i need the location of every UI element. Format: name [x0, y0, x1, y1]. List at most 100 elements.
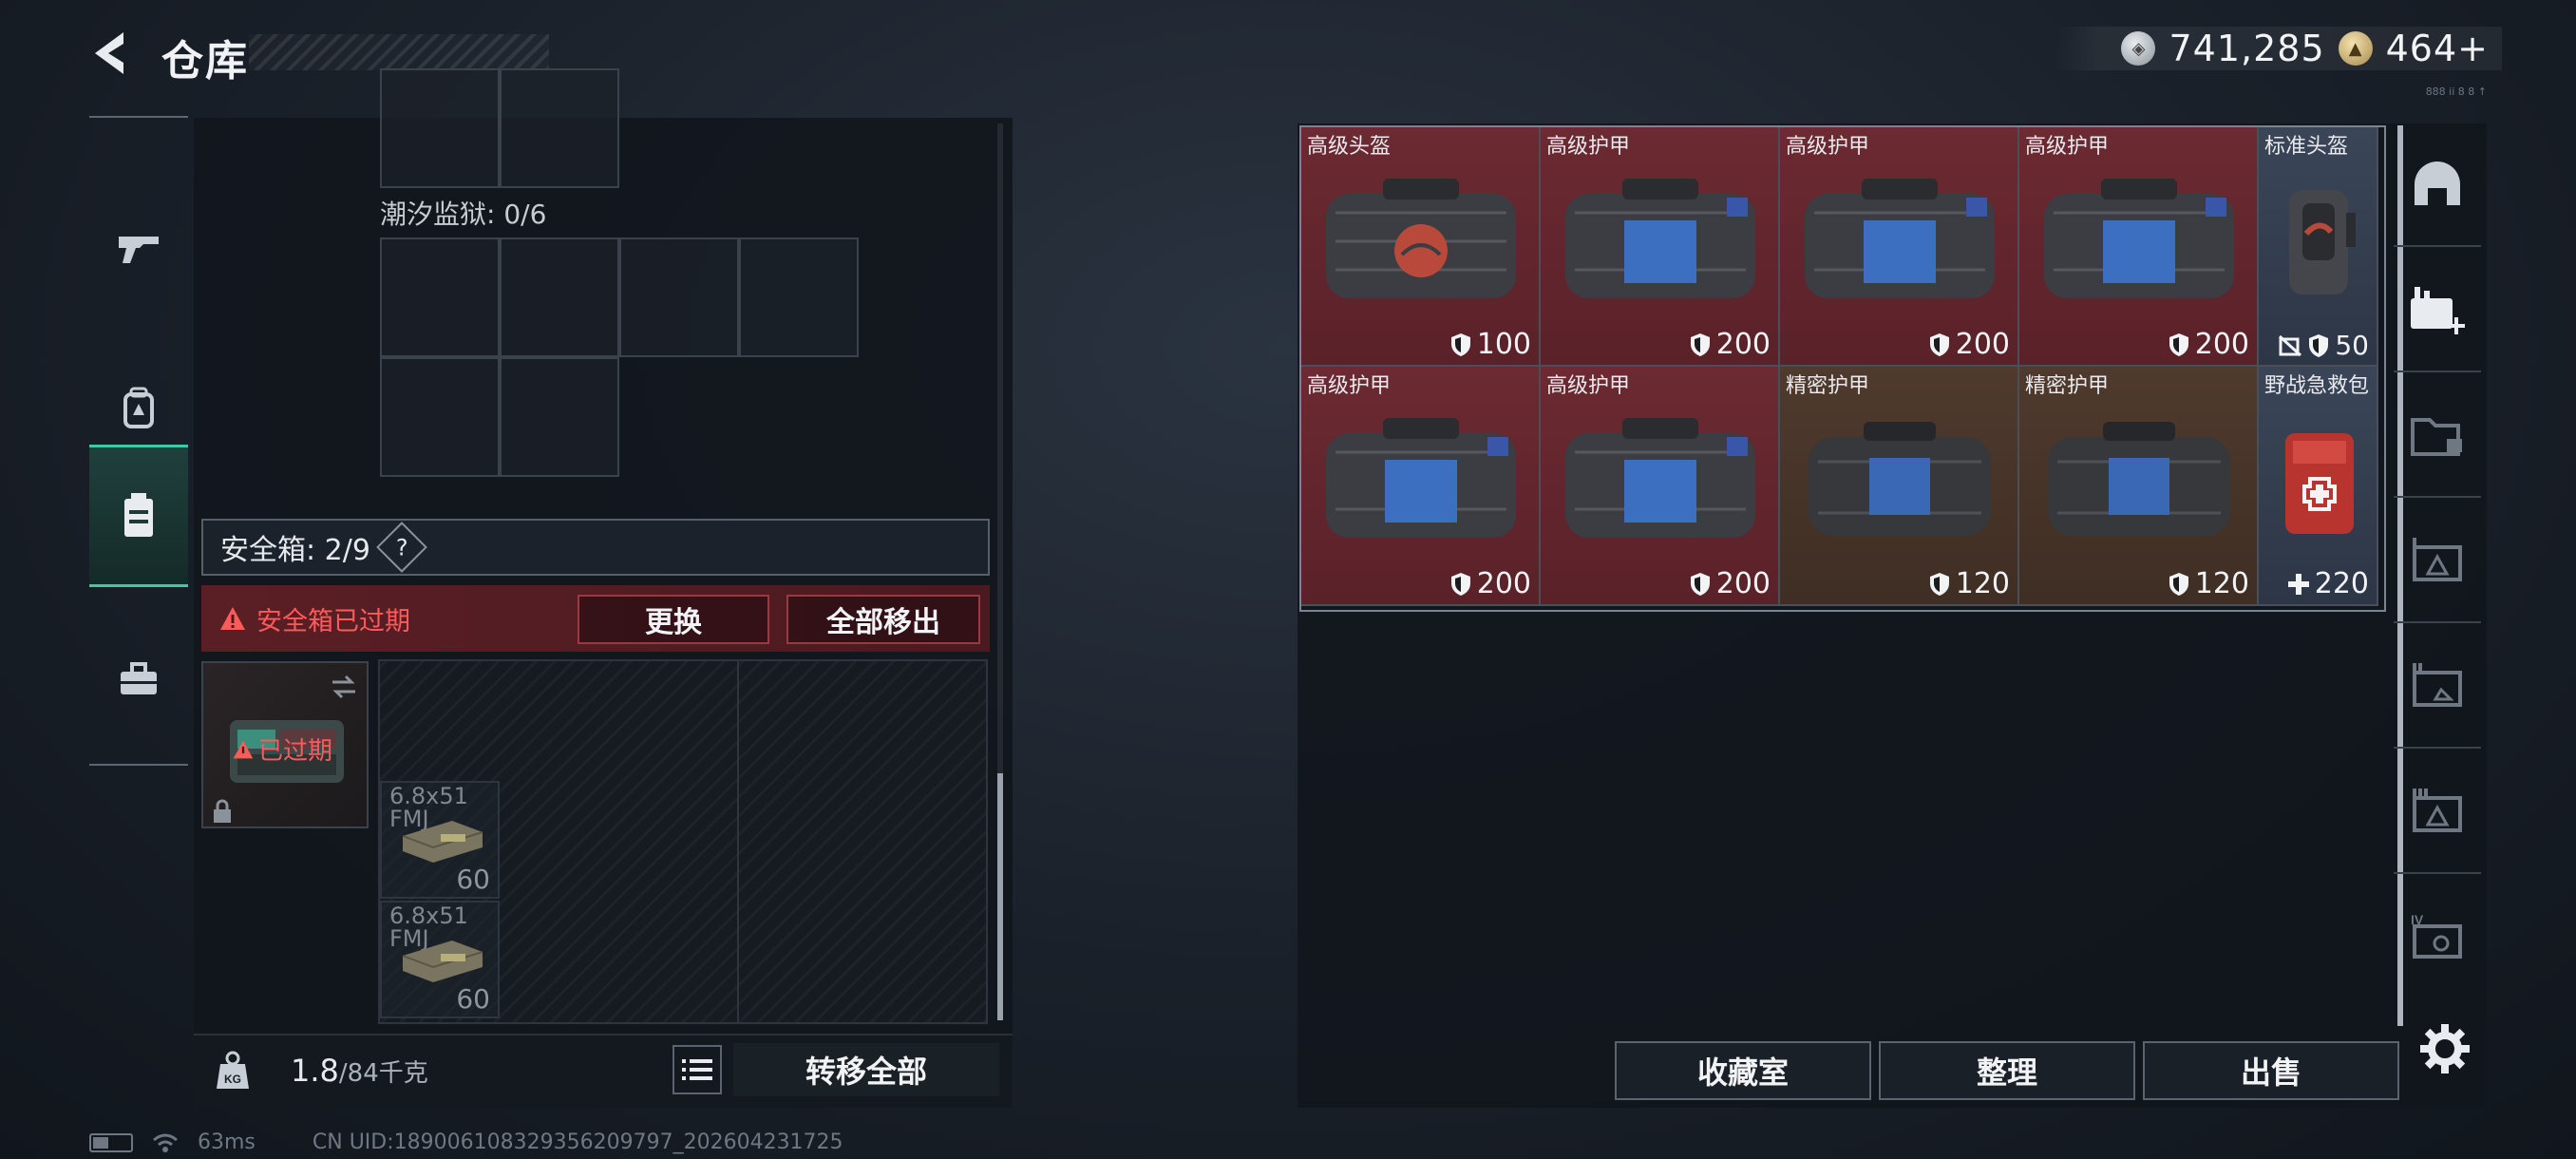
- item-card[interactable]: 精密护甲 120: [1780, 367, 2019, 606]
- item-card[interactable]: 精密护甲 120: [2019, 367, 2259, 606]
- filter-folder[interactable]: [2394, 374, 2481, 498]
- item-card[interactable]: 高级护甲 200: [2019, 127, 2259, 367]
- item-name: 野战急救包: [2264, 374, 2370, 398]
- filter-armor-tier-3[interactable]: [2394, 750, 2481, 874]
- armor-bag-image: [1805, 179, 1995, 298]
- armor-bag-image: [1565, 418, 1755, 538]
- item-value: 200: [1690, 328, 1771, 361]
- weight-readout: 1.8/84千克: [291, 1053, 428, 1089]
- warning-icon: [233, 740, 254, 758]
- broken-durability-icon: [2279, 334, 2302, 356]
- item-value-number: 200: [1955, 328, 2010, 361]
- user-uid: CN UID:1890061083293562097​97_2026042317…: [312, 1130, 843, 1154]
- item-value: 200: [2169, 328, 2249, 361]
- item-card[interactable]: 高级护甲 200: [1541, 127, 1780, 367]
- item-value-number: 200: [2194, 328, 2249, 361]
- item-value: 120: [2169, 567, 2249, 600]
- list-icon: [682, 1059, 712, 1080]
- right-filter-rail: IV: [2394, 124, 2481, 1026]
- back-button[interactable]: [85, 27, 139, 80]
- armor-bag-image: [2044, 179, 2234, 298]
- ammo-item[interactable]: 6.8x51 FMJ 60: [380, 901, 500, 1018]
- armor-tier-icon: [2413, 788, 2462, 832]
- filter-medical[interactable]: [2394, 249, 2481, 372]
- item-value: 50: [2278, 330, 2369, 361]
- grid-cell[interactable]: [739, 238, 859, 357]
- item-card[interactable]: 高级护甲 200: [1780, 127, 2019, 367]
- sort-button[interactable]: 整理: [1879, 1041, 2135, 1100]
- item-card[interactable]: 高级护甲 200: [1301, 367, 1541, 606]
- sell-button[interactable]: 出售: [2143, 1041, 2399, 1100]
- filter-armor-tier-1[interactable]: [2394, 500, 2481, 623]
- grid-cell[interactable]: [380, 357, 500, 477]
- first-aid-kit-image: [2285, 433, 2354, 534]
- prison-container-label: 潮汐监狱: 0/6: [380, 199, 547, 230]
- collection-room-button[interactable]: 收藏室: [1615, 1041, 1871, 1100]
- battery-icon: [89, 1132, 133, 1152]
- back-arrow-icon: [95, 32, 123, 74]
- filter-armor-tier-4[interactable]: IV: [2394, 876, 2481, 999]
- storage-scroll-thumb[interactable]: [997, 773, 1003, 1020]
- gold-currency-value[interactable]: 464+: [2386, 28, 2489, 69]
- armor-tier-icon: [2413, 538, 2462, 581]
- shield-icon: [2309, 333, 2329, 357]
- item-value-number: 200: [1715, 328, 1771, 361]
- helmet-case-image: [2289, 190, 2356, 294]
- ammo-item[interactable]: 6.8x51 FMJ 60: [380, 781, 500, 899]
- shield-icon: [1450, 572, 1470, 596]
- grid-cell[interactable]: [500, 357, 619, 477]
- item-name: 精密护甲: [1786, 374, 1870, 398]
- remove-all-button[interactable]: 全部移出: [786, 595, 980, 644]
- medkit-plus-icon: [2411, 287, 2465, 334]
- ping-value: 63ms: [198, 1130, 256, 1154]
- rail-item-weapons[interactable]: [89, 177, 188, 319]
- settings-button[interactable]: [2418, 1022, 2472, 1075]
- item-name: 高级护甲: [1307, 374, 1392, 398]
- filter-armor-tier-2[interactable]: [2394, 625, 2481, 749]
- safe-box-icon: [124, 493, 153, 537]
- item-name: 精密护甲: [2025, 374, 2110, 398]
- shield-icon: [1690, 572, 1710, 596]
- item-card[interactable]: 高级护甲 200: [1541, 367, 1780, 606]
- grid-cell[interactable]: [619, 238, 739, 357]
- ammo-count: 60: [456, 983, 490, 1015]
- case-expired-tag: 已过期: [232, 732, 332, 767]
- gear-icon: [2420, 1024, 2470, 1074]
- armor-bag-image: [1326, 418, 1516, 538]
- expired-warning-bar: 安全箱已过期 更换 全部移出: [201, 585, 990, 652]
- status-bar: 63ms CN UID:1890061083293562097​97_20260…: [89, 1130, 843, 1154]
- item-value-number: 50: [2335, 330, 2369, 361]
- wifi-icon: [153, 1133, 178, 1152]
- item-name: 标准头盔: [2264, 135, 2349, 159]
- silver-coin-icon: ◈: [2121, 31, 2156, 66]
- item-name: 高级护甲: [1546, 135, 1631, 159]
- swap-icon[interactable]: [329, 674, 359, 699]
- item-name: 高级护甲: [1546, 374, 1631, 398]
- page-title: 仓库: [161, 37, 249, 86]
- grid-cell[interactable]: [500, 238, 619, 357]
- safe-box-case[interactable]: 已过期: [201, 661, 369, 828]
- filter-helmet[interactable]: [2394, 124, 2481, 247]
- help-icon[interactable]: ?: [376, 522, 427, 573]
- item-card[interactable]: 野战急救包 220: [2259, 367, 2378, 606]
- rail-item-misc[interactable]: [89, 608, 188, 750]
- weight-icon: KG: [211, 1049, 255, 1092]
- replace-button[interactable]: 更换: [578, 595, 769, 644]
- grid-cell[interactable]: [500, 68, 619, 188]
- item-card[interactable]: 高级头盔 100: [1301, 127, 1541, 367]
- rail-item-containers[interactable]: [89, 445, 188, 587]
- ammo-box-image: [402, 940, 483, 982]
- grid-divider: [737, 659, 739, 1024]
- shield-icon: [1929, 572, 1949, 596]
- item-value: 200: [1929, 328, 2010, 361]
- item-card[interactable]: 标准头盔 50: [2259, 127, 2378, 367]
- item-value-number: 100: [1476, 328, 1531, 361]
- list-view-button[interactable]: [672, 1045, 722, 1094]
- shield-icon: [2169, 572, 2188, 596]
- transfer-all-button[interactable]: 转移全部: [733, 1043, 999, 1096]
- grid-cell[interactable]: [380, 238, 500, 357]
- backpack-icon: [123, 387, 154, 428]
- grid-cell[interactable]: [380, 68, 500, 188]
- svg-text:IV: IV: [2411, 913, 2424, 927]
- ammo-count: 60: [456, 864, 490, 895]
